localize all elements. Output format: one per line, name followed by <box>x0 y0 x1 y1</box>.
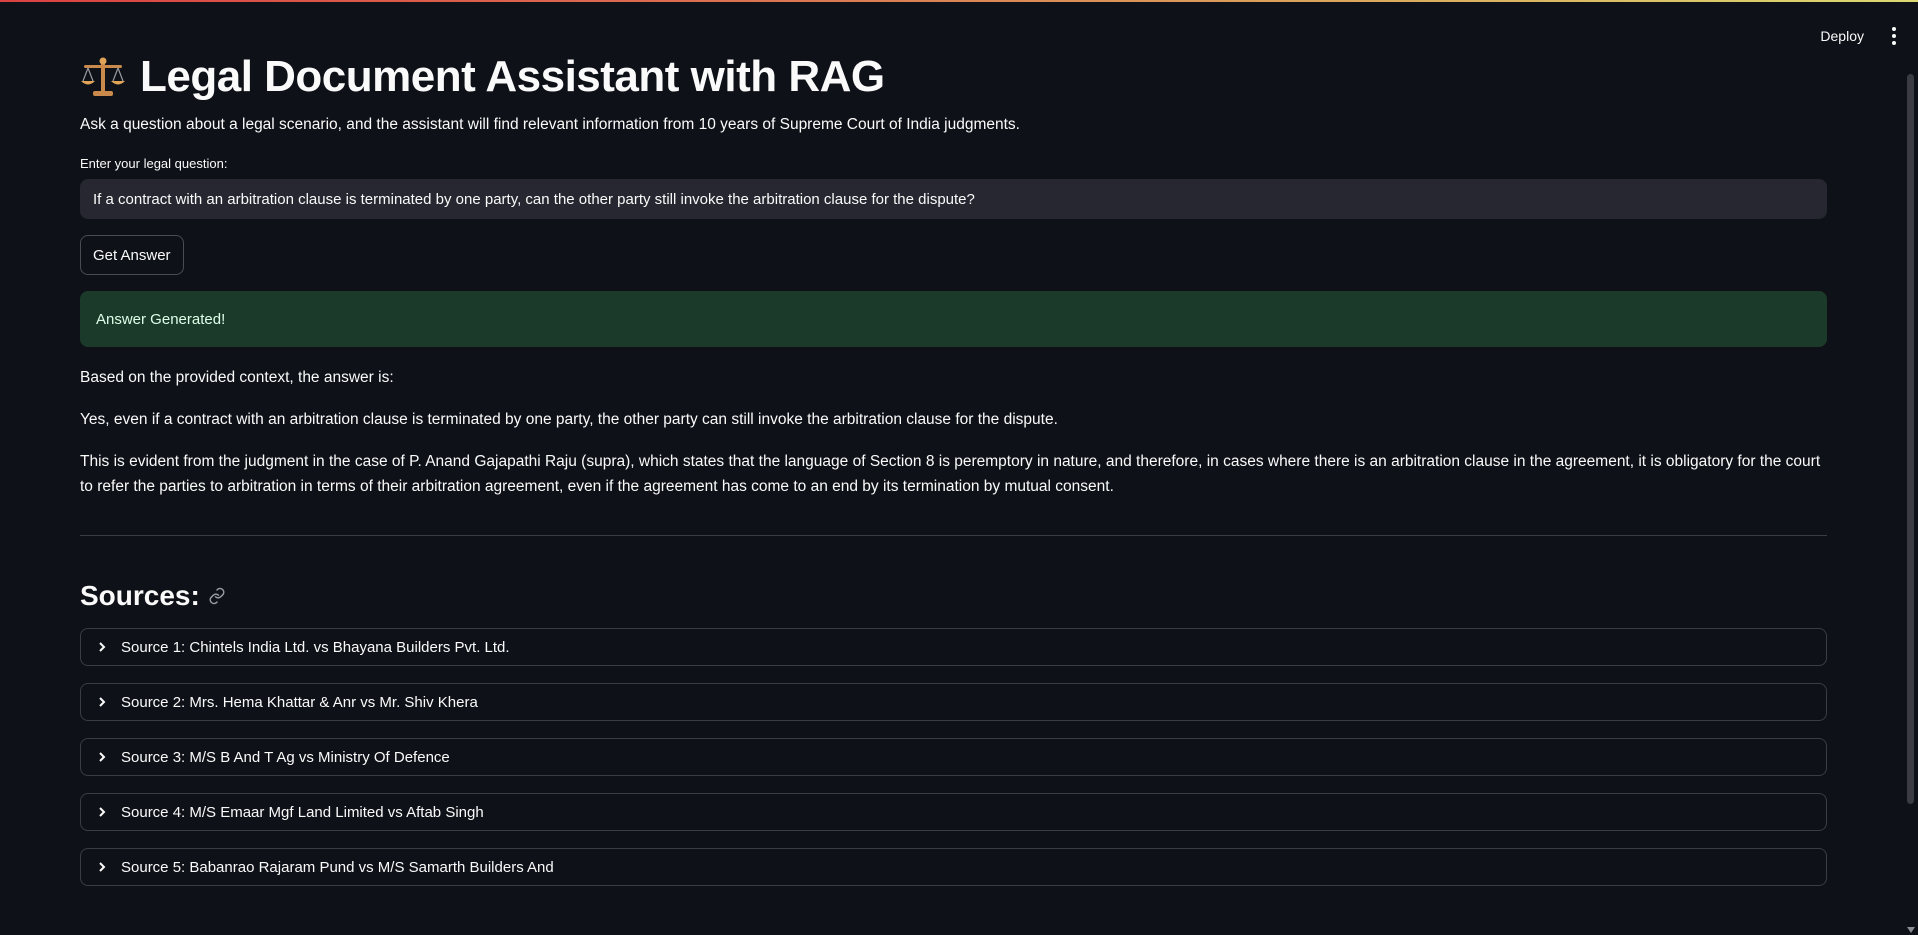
chevron-right-icon <box>99 807 106 817</box>
answer-paragraph: Yes, even if a contract with an arbitrat… <box>80 411 1058 428</box>
vertical-scrollbar[interactable] <box>1907 74 1914 804</box>
deploy-button[interactable]: Deploy <box>1814 24 1870 48</box>
scales-of-justice-icon <box>81 57 125 96</box>
app-toolbar: Deploy <box>1814 24 1900 48</box>
source-label: Source 1: Chintels India Ltd. vs Bhayana… <box>121 638 510 656</box>
chevron-right-icon <box>99 697 106 707</box>
answer-block: Based on the provided context, the answe… <box>80 365 1827 499</box>
source-label: Source 4: M/S Emaar Mgf Land Limited vs … <box>121 803 484 821</box>
get-answer-button[interactable]: Get Answer <box>80 235 184 275</box>
section-divider <box>80 535 1827 536</box>
answer-paragraph: Based on the provided context, the answe… <box>80 369 394 386</box>
answer-paragraph: This is evident from the judgment in the… <box>80 453 1821 495</box>
source-expander[interactable]: Source 2: Mrs. Hema Khattar & Anr vs Mr.… <box>80 683 1827 721</box>
scroll-down-arrow-icon[interactable] <box>1907 927 1915 933</box>
title-row: Legal Document Assistant with RAG <box>80 52 1827 102</box>
source-expander[interactable]: Source 1: Chintels India Ltd. vs Bhayana… <box>80 628 1827 666</box>
kebab-menu-icon[interactable] <box>1888 25 1900 47</box>
source-label: Source 5: Babanrao Rajaram Pund vs M/S S… <box>121 858 554 876</box>
chevron-right-icon <box>99 862 106 872</box>
sources-heading: Sources: <box>80 580 200 611</box>
success-message: Answer Generated! <box>96 310 226 328</box>
chevron-right-icon <box>99 752 106 762</box>
success-alert: Answer Generated! <box>80 291 1827 347</box>
question-label: Enter your legal question: <box>80 156 228 171</box>
source-expander[interactable]: Source 4: M/S Emaar Mgf Land Limited vs … <box>80 793 1827 831</box>
page-title: Legal Document Assistant with RAG <box>140 52 885 101</box>
source-label: Source 2: Mrs. Hema Khattar & Anr vs Mr.… <box>121 693 478 711</box>
anchor-link-icon[interactable] <box>208 587 226 605</box>
sources-heading-row: Sources: <box>80 580 1827 612</box>
page-description: Ask a question about a legal scenario, a… <box>80 116 1020 133</box>
source-expander[interactable]: Source 5: Babanrao Rajaram Pund vs M/S S… <box>80 848 1827 886</box>
question-input[interactable] <box>80 179 1827 219</box>
source-label: Source 3: M/S B And T Ag vs Ministry Of … <box>121 748 450 766</box>
chevron-right-icon <box>99 642 106 652</box>
main-content: Legal Document Assistant with RAG Ask a … <box>80 52 1827 903</box>
source-expander[interactable]: Source 3: M/S B And T Ag vs Ministry Of … <box>80 738 1827 776</box>
top-decoration-bar <box>0 0 1918 7</box>
